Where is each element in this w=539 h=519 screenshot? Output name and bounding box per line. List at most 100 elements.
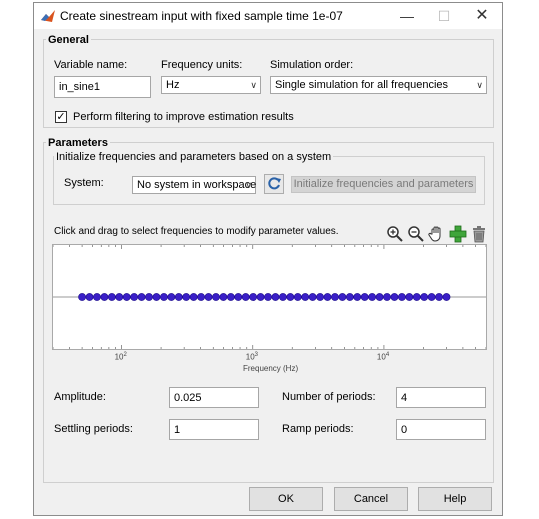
help-button[interactable]: Help bbox=[418, 487, 492, 511]
amplitude-label: Amplitude: bbox=[54, 391, 106, 403]
general-panel-title: General bbox=[46, 34, 91, 46]
frequency-point[interactable] bbox=[353, 293, 362, 301]
frequency-point[interactable] bbox=[182, 293, 191, 301]
frequency-point[interactable] bbox=[442, 293, 451, 301]
frequency-point[interactable] bbox=[293, 293, 302, 301]
amplitude-field[interactable]: 0.025 bbox=[169, 387, 259, 408]
init-system-group: Initialize frequencies and parameters ba… bbox=[53, 151, 485, 205]
variable-name-label: Variable name: bbox=[54, 59, 128, 71]
initialize-frequencies-button[interactable]: Initialize frequencies and parameters bbox=[291, 176, 476, 193]
frequency-point[interactable] bbox=[78, 293, 87, 301]
simulation-order-select[interactable]: Single simulation for all frequencies ∨ bbox=[270, 76, 487, 94]
dialog-window: Create sinestream input with fixed sampl… bbox=[33, 2, 503, 516]
frequency-point[interactable] bbox=[338, 293, 347, 301]
frequency-point[interactable] bbox=[316, 293, 324, 301]
title-bar: Create sinestream input with fixed sampl… bbox=[34, 3, 502, 29]
frequency-point[interactable] bbox=[271, 293, 280, 301]
maximize-button[interactable]: ☐ bbox=[426, 3, 462, 29]
parameters-panel-title: Parameters bbox=[46, 137, 110, 149]
frequency-point[interactable] bbox=[360, 293, 369, 301]
frequency-point[interactable] bbox=[174, 293, 183, 301]
simulation-order-label: Simulation order: bbox=[270, 59, 354, 71]
frequency-point[interactable] bbox=[130, 293, 139, 301]
frequency-point[interactable] bbox=[85, 293, 94, 301]
frequency-plot-svg[interactable] bbox=[53, 245, 486, 349]
ramp-periods-field[interactable]: 0 bbox=[396, 419, 486, 440]
frequency-point[interactable] bbox=[226, 293, 235, 301]
frequency-point[interactable] bbox=[212, 293, 220, 301]
chevron-down-icon: ∨ bbox=[250, 80, 257, 90]
system-value: No system in workspace bbox=[137, 179, 257, 191]
frequency-point[interactable] bbox=[122, 293, 131, 301]
frequency-point[interactable] bbox=[160, 293, 168, 301]
frequency-point[interactable] bbox=[264, 293, 272, 301]
frequency-point[interactable] bbox=[435, 293, 443, 301]
settling-periods-field[interactable]: 1 bbox=[169, 419, 259, 440]
ramp-periods-label: Ramp periods: bbox=[282, 423, 354, 435]
x-tick-label: 103 bbox=[245, 352, 258, 362]
plot-instruction-text: Click and drag to select frequencies to … bbox=[54, 226, 339, 237]
frequency-point[interactable] bbox=[420, 293, 429, 301]
frequency-point[interactable] bbox=[308, 293, 317, 301]
init-group-title: Initialize frequencies and parameters ba… bbox=[54, 151, 334, 163]
zoom-in-icon[interactable] bbox=[386, 225, 404, 243]
add-icon[interactable] bbox=[449, 225, 467, 243]
window-title: Create sinestream input with fixed sampl… bbox=[60, 9, 343, 23]
number-of-periods-field[interactable]: 4 bbox=[396, 387, 486, 408]
frequency-point[interactable] bbox=[137, 293, 146, 301]
frequency-point[interactable] bbox=[301, 293, 310, 301]
frequency-point[interactable] bbox=[145, 293, 153, 301]
simulation-order-value: Single simulation for all frequencies bbox=[275, 79, 449, 91]
frequency-point[interactable] bbox=[100, 293, 109, 301]
frequency-point[interactable] bbox=[345, 293, 354, 301]
frequency-point[interactable] bbox=[249, 293, 258, 301]
frequency-point[interactable] bbox=[397, 293, 406, 301]
trash-icon[interactable] bbox=[470, 225, 488, 243]
frequency-point[interactable] bbox=[323, 293, 332, 301]
system-select[interactable]: No system in workspace ∨ bbox=[132, 176, 256, 194]
ok-button[interactable]: OK bbox=[249, 487, 323, 511]
frequency-point[interactable] bbox=[107, 293, 116, 301]
matlab-app-icon bbox=[40, 8, 56, 24]
frequency-point[interactable] bbox=[383, 293, 391, 301]
zoom-out-icon[interactable] bbox=[407, 225, 425, 243]
frequency-point[interactable] bbox=[331, 293, 339, 301]
chevron-down-icon: ∨ bbox=[476, 80, 483, 90]
filtering-checkbox[interactable]: ✓ bbox=[55, 111, 67, 123]
minimize-button[interactable]: — bbox=[389, 3, 425, 29]
frequency-units-select[interactable]: Hz ∨ bbox=[161, 76, 261, 94]
frequency-point[interactable] bbox=[93, 293, 101, 301]
frequency-point[interactable] bbox=[427, 293, 436, 301]
frequency-point[interactable] bbox=[219, 293, 228, 301]
frequency-point[interactable] bbox=[204, 293, 213, 301]
frequency-units-value: Hz bbox=[166, 79, 180, 91]
variable-name-field[interactable]: in_sine1 bbox=[54, 76, 151, 98]
frequency-point[interactable] bbox=[234, 293, 243, 301]
refresh-button[interactable] bbox=[264, 174, 284, 194]
frequency-point[interactable] bbox=[189, 293, 198, 301]
frequency-point[interactable] bbox=[167, 293, 176, 301]
frequency-point[interactable] bbox=[152, 293, 161, 301]
frequency-point[interactable] bbox=[115, 293, 124, 301]
system-label: System: bbox=[64, 177, 104, 189]
frequency-point[interactable] bbox=[405, 293, 414, 301]
frequency-point[interactable] bbox=[241, 293, 250, 301]
frequency-point[interactable] bbox=[390, 293, 399, 301]
x-tick-label: 102 bbox=[114, 352, 127, 362]
frequency-point[interactable] bbox=[375, 293, 384, 301]
frequency-plot[interactable] bbox=[52, 244, 487, 350]
frequency-point[interactable] bbox=[278, 293, 287, 301]
close-button[interactable]: ✕ bbox=[464, 3, 500, 29]
settling-periods-label: Settling periods: bbox=[54, 423, 133, 435]
cancel-button[interactable]: Cancel bbox=[334, 487, 408, 511]
pan-hand-icon[interactable] bbox=[428, 225, 446, 243]
x-tick-label: 104 bbox=[376, 352, 390, 362]
refresh-icon bbox=[268, 177, 281, 190]
filtering-label: Perform filtering to improve estimation … bbox=[73, 111, 294, 123]
frequency-point[interactable] bbox=[256, 293, 265, 301]
frequency-point[interactable] bbox=[286, 293, 295, 301]
frequency-point[interactable] bbox=[368, 293, 377, 301]
number-of-periods-label: Number of periods: bbox=[282, 391, 376, 403]
frequency-point[interactable] bbox=[412, 293, 421, 301]
frequency-point[interactable] bbox=[197, 293, 205, 301]
